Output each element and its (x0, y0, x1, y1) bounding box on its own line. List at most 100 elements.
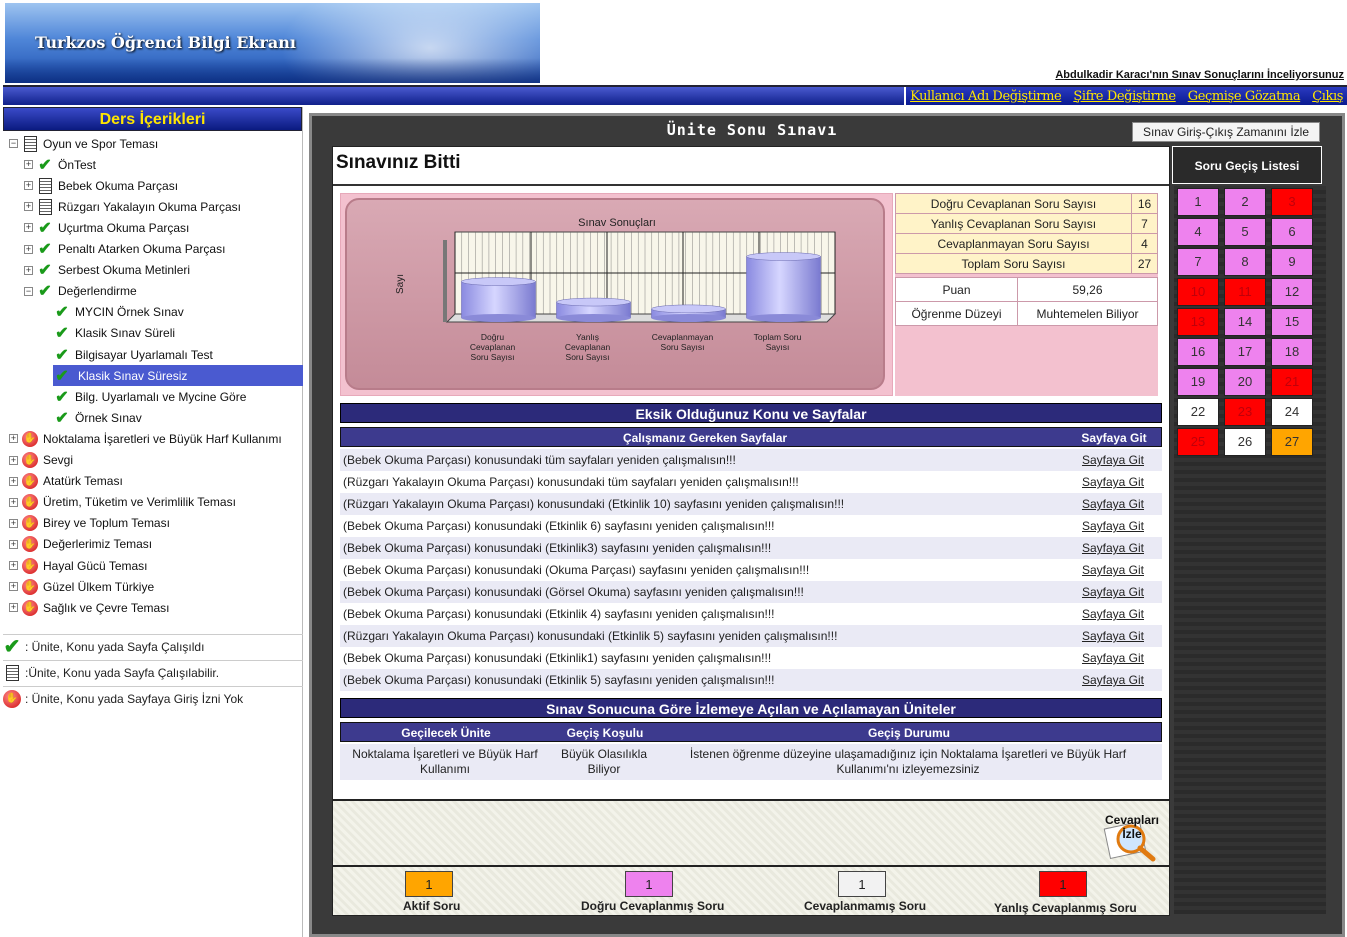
expand-icon[interactable]: + (24, 244, 33, 254)
tree-item[interactable]: + ✔ Serbest Okuma Metinleri (24, 260, 190, 281)
nav-logout[interactable]: Çıkış (1312, 89, 1343, 104)
level-value: Muhtemelen Biliyor (1017, 301, 1158, 326)
question-button[interactable]: 26 (1224, 428, 1266, 456)
question-button[interactable]: 14 (1224, 308, 1266, 336)
expand-icon[interactable]: + (9, 497, 18, 507)
expand-icon[interactable]: + (9, 476, 18, 486)
expand-icon[interactable]: + (9, 539, 18, 549)
question-button[interactable]: 18 (1271, 338, 1313, 366)
tree-item[interactable]: − ✔ Değerlendirme (24, 281, 137, 302)
tree-item[interactable]: + ✋ Birey ve Toplum Teması (9, 513, 170, 534)
nav-history[interactable]: Geçmişe Gözatma (1188, 89, 1301, 104)
view-answers-button[interactable]: Cevapları İzle (1101, 809, 1163, 863)
tree-item-label: Bilgisayar Uyarlamalı Test (75, 347, 213, 362)
stat-row: Doğru Cevaplanan Soru Sayısı 16 (895, 193, 1158, 214)
tree-item[interactable]: ✔ Klasik Sınav Süresiz (53, 365, 303, 387)
nav-change-password[interactable]: Şifre Değiştirme (1073, 89, 1176, 104)
goto-page-link[interactable]: Sayfaya Git (1068, 449, 1158, 471)
tree-item[interactable]: + ✋ Üretim, Tüketim ve Verimlilik Teması (9, 492, 236, 513)
expand-icon[interactable]: + (9, 518, 18, 528)
expand-icon[interactable]: + (9, 582, 18, 592)
tree-item[interactable]: + ✔ Uçurtma Okuma Parçası (24, 217, 189, 238)
timing-button[interactable]: Sınav Giriş-Çıkış Zamanını İzle (1132, 122, 1320, 142)
chart-bar-base (651, 314, 726, 322)
user-line: Abdulkadir Karacı'nın Sınav Sonuçlarını … (1055, 69, 1344, 81)
tree-item[interactable]: + ✔ Penaltı Atarken Okuma Parçası (24, 239, 225, 260)
tree-item[interactable]: + Rüzgarı Yakalayın Okuma Parçası (24, 196, 241, 217)
stat-value: 7 (1131, 213, 1158, 234)
goto-page-link[interactable]: Sayfaya Git (1068, 515, 1158, 537)
units-row: Noktalama İşaretleri ve Büyük Harf Kulla… (340, 744, 1162, 780)
question-button[interactable]: 8 (1224, 248, 1266, 276)
legend-label: Aktif Soru (403, 899, 461, 913)
expand-icon[interactable]: + (24, 160, 33, 170)
tree-item[interactable]: ✔ Bilg. Uyarlamalı ve Mycine Göre (53, 386, 246, 407)
expand-icon[interactable]: + (24, 181, 33, 191)
goto-page-link[interactable]: Sayfaya Git (1068, 669, 1158, 691)
expand-icon[interactable]: + (9, 434, 18, 444)
question-button[interactable]: 2 (1224, 188, 1266, 216)
expand-icon[interactable]: + (24, 202, 33, 212)
expand-icon[interactable]: + (9, 561, 18, 570)
sidebar-title: Ders İçerikleri (3, 107, 302, 131)
goto-page-link[interactable]: Sayfaya Git (1068, 581, 1158, 603)
question-button[interactable]: 27 (1271, 428, 1313, 456)
question-button[interactable]: 3 (1271, 188, 1313, 216)
question-button[interactable]: 9 (1271, 248, 1313, 276)
question-button[interactable]: 20 (1224, 368, 1266, 396)
chart-bar-top (461, 277, 536, 286)
tree-item-label: Güzel Ülkem Türkiye (43, 579, 155, 594)
collapse-icon[interactable]: − (24, 286, 33, 296)
question-button[interactable]: 10 (1177, 278, 1219, 306)
question-button[interactable]: 21 (1271, 368, 1313, 396)
question-button[interactable]: 16 (1177, 338, 1219, 366)
goto-page-link[interactable]: Sayfaya Git (1068, 647, 1158, 669)
tree-item[interactable]: + ✋ Sevgi (9, 450, 73, 471)
question-button[interactable]: 19 (1177, 368, 1219, 396)
question-button[interactable]: 23 (1224, 398, 1266, 426)
tree-item[interactable]: + ✋ Hayal Gücü Teması (9, 555, 148, 576)
question-button[interactable]: 11 (1224, 278, 1266, 306)
tree-item[interactable]: − Oyun ve Spor Teması (9, 133, 158, 154)
tree-item[interactable]: + ✋ Sağlık ve Çevre Teması (9, 597, 170, 618)
question-button[interactable]: 15 (1271, 308, 1313, 336)
question-button[interactable]: 7 (1177, 248, 1219, 276)
expand-icon[interactable]: + (24, 223, 33, 233)
tree-item[interactable]: ✔ Örnek Sınav (53, 407, 141, 428)
question-button[interactable]: 6 (1271, 218, 1313, 246)
question-button[interactable]: 17 (1224, 338, 1266, 366)
question-button[interactable]: 24 (1271, 398, 1313, 426)
tree-item[interactable]: + ✋ Güzel Ülkem Türkiye (9, 576, 154, 597)
goto-page-link[interactable]: Sayfaya Git (1068, 493, 1158, 515)
tree-item[interactable]: ✔ Klasik Sınav Süreli (53, 323, 175, 344)
tree-item[interactable]: + ✋ Noktalama İşaretleri ve Büyük Harf Kul… (9, 428, 282, 449)
goto-page-link[interactable]: Sayfaya Git (1068, 537, 1158, 559)
expand-icon[interactable]: + (9, 455, 18, 465)
nav-change-username[interactable]: Kullanıcı Adı Değiştirme (910, 89, 1062, 104)
expand-icon[interactable]: + (9, 603, 18, 613)
goto-page-link[interactable]: Sayfaya Git (1068, 625, 1158, 647)
missing-row: (Bebek Okuma Parçası) konusundaki tüm sa… (340, 449, 1162, 471)
question-button[interactable]: 12 (1271, 278, 1313, 306)
question-button[interactable]: 25 (1177, 428, 1219, 456)
tree-item[interactable]: + ✔ ÖnTest (24, 154, 96, 175)
results-chart: Sınav SonuçlarıSayıDoğruCevaplananSoru S… (395, 217, 837, 362)
tree-item-label: Penaltı Atarken Okuma Parçası (58, 242, 226, 256)
units-cell-condition: Büyük Olasılıkla Biliyor (560, 747, 648, 776)
tree-item[interactable]: + ✋ Değerlerimiz Teması (9, 534, 152, 555)
missing-text: (Bebek Okuma Parçası) konusundaki (Etkin… (343, 673, 775, 687)
tree-item[interactable]: ✔ Bilgisayar Uyarlamalı Test (53, 344, 213, 365)
goto-page-link[interactable]: Sayfaya Git (1068, 559, 1158, 581)
tree-item[interactable]: ✔ MYCIN Örnek Sınav (53, 302, 183, 323)
question-button[interactable]: 22 (1177, 398, 1219, 426)
question-button[interactable]: 5 (1224, 218, 1266, 246)
goto-page-link[interactable]: Sayfaya Git (1068, 471, 1158, 493)
collapse-icon[interactable]: − (9, 139, 18, 148)
tree-item[interactable]: + ✋ Atatürk Teması (9, 471, 123, 492)
question-button[interactable]: 1 (1177, 188, 1219, 216)
question-button[interactable]: 13 (1177, 308, 1219, 336)
expand-icon[interactable]: + (24, 265, 33, 275)
tree-item[interactable]: + Bebek Okuma Parçası (24, 175, 178, 196)
goto-page-link[interactable]: Sayfaya Git (1068, 603, 1158, 625)
question-button[interactable]: 4 (1177, 218, 1219, 246)
